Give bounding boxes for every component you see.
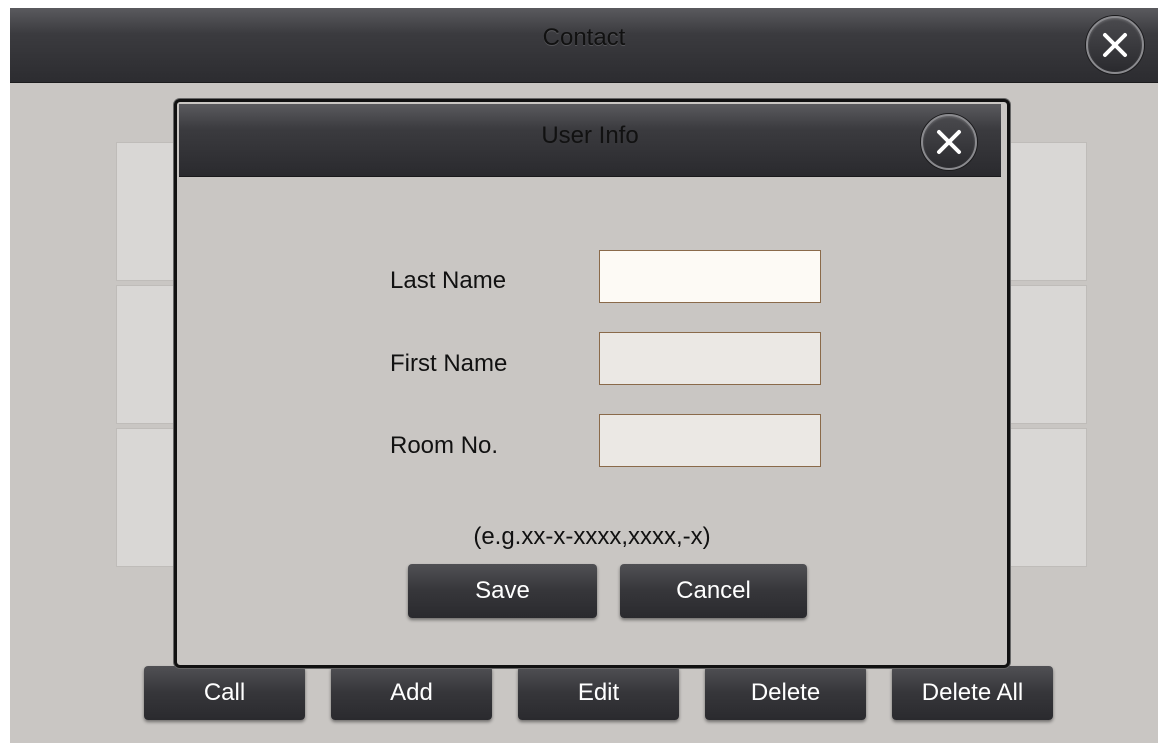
contact-tile[interactable] xyxy=(116,142,178,281)
main-close-button[interactable] xyxy=(1086,16,1144,74)
dialog-titlebar: User Info xyxy=(179,104,1001,177)
contact-screen: Contact Call Add Edit Delete Delete All … xyxy=(10,8,1158,743)
contact-tile[interactable] xyxy=(116,428,178,567)
dialog-close-button[interactable] xyxy=(921,114,977,170)
delete-button[interactable]: Delete xyxy=(705,666,866,720)
cancel-button[interactable]: Cancel xyxy=(620,564,807,618)
close-icon xyxy=(1103,33,1127,57)
room-format-hint: (e.g.xx-x-xxxx,xxxx,-x) xyxy=(473,523,711,550)
contact-tile[interactable] xyxy=(116,285,178,424)
contact-tile[interactable] xyxy=(1000,142,1087,281)
first-name-field[interactable] xyxy=(599,332,821,385)
room-no-label: Room No. xyxy=(390,432,499,459)
page-title: Contact xyxy=(542,24,626,51)
delete-all-button[interactable]: Delete All xyxy=(892,666,1053,720)
main-titlebar: Contact xyxy=(10,8,1158,83)
user-info-dialog: User Info Last Name First Name Room No. … xyxy=(174,99,1010,668)
edit-button[interactable]: Edit xyxy=(518,666,679,720)
last-name-field[interactable] xyxy=(599,250,821,303)
last-name-label: Last Name xyxy=(390,267,507,294)
close-icon xyxy=(937,130,961,154)
save-button[interactable]: Save xyxy=(408,564,597,618)
contact-tile[interactable] xyxy=(1000,285,1087,424)
first-name-label: First Name xyxy=(390,350,508,377)
add-button[interactable]: Add xyxy=(331,666,492,720)
room-no-field[interactable] xyxy=(599,414,821,467)
call-button[interactable]: Call xyxy=(144,666,305,720)
contact-tile[interactable] xyxy=(1000,428,1087,567)
dialog-title: User Info xyxy=(541,122,639,149)
